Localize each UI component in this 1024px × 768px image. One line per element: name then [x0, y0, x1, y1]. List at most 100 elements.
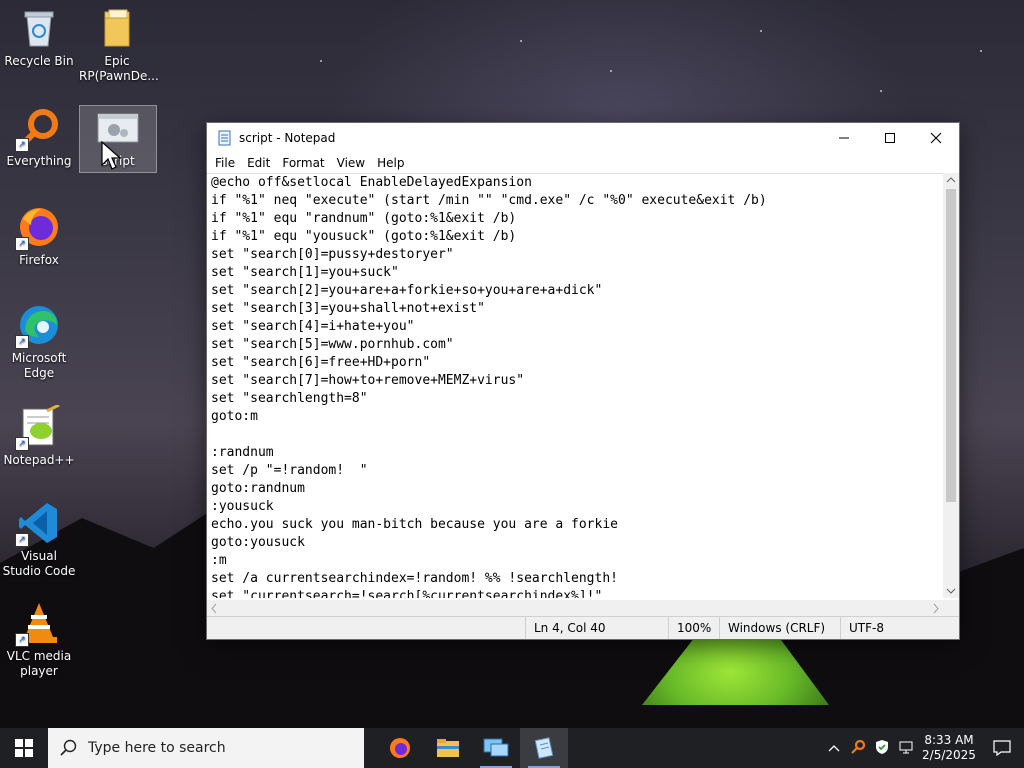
editor-line: @echo off&setlocal EnableDelayedExpansio…	[211, 175, 532, 190]
editor-line: set "currentsearch=!search[%currentsearc…	[211, 589, 603, 598]
desktop-icon-recycle-bin[interactable]: Recycle Bin	[1, 6, 77, 69]
minimize-icon	[839, 137, 849, 139]
wallpaper-star	[880, 90, 882, 92]
wallpaper-star	[520, 40, 522, 42]
editor-line: set "search[3]=you+shall+not+exist"	[211, 301, 485, 316]
wallpaper-star	[980, 50, 982, 52]
editor-line: set "search[2]=you+are+a+forkie+so+you+a…	[211, 283, 603, 298]
scroll-down-icon[interactable]	[943, 584, 959, 598]
notepad-plus-plus-icon: ↗	[15, 403, 61, 451]
scroll-right-icon[interactable]	[929, 600, 943, 617]
editor-line: set "search[5]=www.pornhub.com"	[211, 337, 454, 352]
security-shield-icon[interactable]	[870, 739, 894, 758]
status-encoding: UTF-8	[840, 617, 939, 639]
editor-line: if "%1" neq "execute" (start /min "" "cm…	[211, 193, 767, 208]
wallpaper-star	[760, 30, 762, 32]
desktop-icon-label: Visual Studio Code	[2, 549, 76, 578]
desktop-icon-everything[interactable]: ↗ Everything	[1, 106, 77, 169]
windows-logo-icon	[15, 739, 33, 757]
search-placeholder: Type here to search	[88, 740, 226, 756]
text-editor[interactable]: @echo off&setlocal EnableDelayedExpansio…	[207, 173, 946, 598]
wallpaper-star	[320, 60, 322, 62]
desktop-icon-label: Recycle Bin	[4, 54, 74, 68]
menu-view[interactable]: View	[331, 156, 371, 170]
shortcut-arrow-icon: ↗	[15, 335, 29, 349]
taskbar-firefox[interactable]	[376, 728, 424, 768]
menu-file[interactable]: File	[209, 156, 241, 170]
taskbar-search-box[interactable]: Type here to search	[48, 728, 364, 768]
remote-desktop-icon	[483, 738, 509, 757]
window-title: script - Notepad	[239, 131, 336, 145]
start-button[interactable]	[0, 728, 48, 768]
shortcut-arrow-icon: ↗	[15, 533, 29, 547]
status-cursor-position: Ln 4, Col 40	[525, 617, 668, 639]
editor-line: set "search[0]=pussy+destoryer"	[211, 247, 454, 262]
scroll-up-icon[interactable]	[943, 173, 959, 187]
notepad-app-icon	[217, 130, 233, 146]
desktop-icon-epic-rp-folder[interactable]: Epic RP(PawnDe...	[79, 6, 159, 84]
show-hidden-icons-chevron-up-icon[interactable]	[822, 741, 846, 755]
desktop-icon-label: Epic RP(PawnDe...	[79, 54, 159, 83]
taskbar-remote-desktop[interactable]	[472, 728, 520, 768]
close-icon	[930, 132, 942, 144]
shortcut-arrow-icon: ↗	[15, 138, 29, 152]
editor-line: if "%1" equ "randnum" (goto:%1&exit /b)	[211, 211, 517, 226]
notepad-titlebar[interactable]: script - Notepad	[207, 123, 959, 153]
desktop-icon-edge[interactable]: ↗ Microsoft Edge	[1, 303, 77, 381]
search-icon	[60, 739, 77, 756]
taskbar-file-explorer[interactable]	[424, 728, 472, 768]
folder-icon	[95, 6, 139, 50]
status-bar: Ln 4, Col 40 100% Windows (CRLF) UTF-8	[207, 616, 959, 639]
desktop-icon-label: Microsoft Edge	[11, 351, 67, 380]
taskbar: Type here to search 8:33 AM 2/5/2025	[0, 728, 1024, 768]
desktop-icon-label: Firefox	[19, 253, 59, 267]
taskbar-notepad[interactable]	[520, 728, 568, 768]
menu-format[interactable]: Format	[276, 156, 330, 170]
scroll-left-icon[interactable]	[207, 600, 221, 617]
editor-line: goto:m	[211, 409, 258, 424]
desktop-icon-label: Notepad++	[3, 453, 75, 467]
shortcut-arrow-icon: ↗	[15, 437, 29, 451]
status-spacer	[207, 617, 525, 639]
close-button[interactable]	[913, 123, 959, 153]
editor-line: set "search[4]=i+hate+you"	[211, 319, 415, 334]
editor-line: set /a currentsearchindex=!random! %% !s…	[211, 571, 618, 586]
minimize-button[interactable]	[821, 123, 867, 153]
network-icon[interactable]	[894, 739, 918, 758]
clock-time: 8:33 AM	[924, 733, 974, 747]
notepad-window[interactable]: script - Notepad File Edit Format View H…	[206, 122, 960, 640]
taskbar-clock[interactable]: 8:33 AM 2/5/2025	[918, 733, 980, 763]
everything-tray-icon[interactable]	[846, 739, 870, 758]
edge-icon: ↗	[15, 303, 61, 349]
editor-line: set "search[7]=how+to+remove+MEMZ+virus"	[211, 373, 525, 388]
vertical-scrollbar[interactable]	[943, 173, 959, 598]
desktop-icon-firefox[interactable]: ↗ Firefox	[1, 205, 77, 268]
desktop-icon-vscode[interactable]: ↗ Visual Studio Code	[1, 501, 77, 579]
editor-line: set /p "=!random! "	[211, 463, 368, 478]
editor-line: set "search[1]=you+suck"	[211, 265, 399, 280]
firefox-icon	[390, 738, 410, 758]
notification-center-button[interactable]	[980, 740, 1024, 756]
file-explorer-icon	[437, 739, 459, 757]
everything-search-icon: ↗	[15, 106, 61, 152]
desktop-icon-notepad-plus-plus[interactable]: ↗ Notepad++	[1, 403, 77, 468]
wallpaper-star	[610, 70, 612, 72]
shortcut-arrow-icon: ↗	[15, 237, 29, 251]
vlc-icon: ↗	[15, 601, 61, 647]
clock-date: 2/5/2025	[922, 748, 976, 762]
firefox-icon: ↗	[15, 205, 61, 251]
editor-line: set "searchlength=8"	[211, 391, 368, 406]
maximize-button[interactable]	[867, 123, 913, 153]
vertical-scroll-thumb[interactable]	[946, 189, 956, 502]
maximize-icon	[885, 133, 895, 143]
notification-icon	[993, 740, 1011, 756]
editor-line: echo.you suck you man-bitch because you …	[211, 517, 618, 532]
desktop-icon-vlc[interactable]: ↗ VLC media player	[1, 601, 77, 679]
recycle-bin-icon	[17, 6, 61, 50]
menu-help[interactable]: Help	[371, 156, 410, 170]
menu-edit[interactable]: Edit	[241, 156, 276, 170]
notepad-icon	[534, 737, 554, 759]
menu-bar: File Edit Format View Help	[207, 153, 959, 173]
horizontal-scrollbar[interactable]	[207, 600, 943, 617]
